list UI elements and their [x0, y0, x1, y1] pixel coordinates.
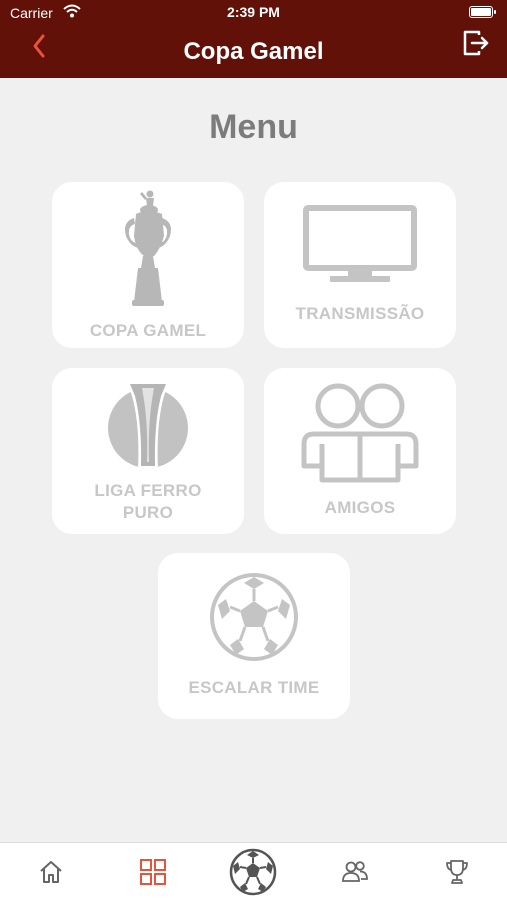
league-icon — [108, 380, 188, 470]
status-bar: Carrier 2:39 PM — [0, 0, 507, 24]
battery-icon — [469, 6, 496, 18]
menu-item-label: COPA GAMEL — [89, 321, 207, 340]
page-title: Copa Gamel — [183, 38, 324, 65]
menu-item-label: AMIGOS — [324, 498, 396, 517]
tab-menu[interactable] — [130, 843, 176, 900]
menu-item-liga-ferro-puro[interactable]: LIGA FERRO PURO — [52, 368, 244, 534]
tab-team[interactable] — [226, 843, 280, 900]
logout-icon[interactable] — [461, 28, 491, 58]
friends-icon — [301, 383, 419, 483]
tab-friends[interactable] — [332, 843, 378, 900]
nav-bar: Copa Gamel — [0, 24, 507, 78]
tab-trophy[interactable] — [434, 843, 480, 900]
menu-title: Menu — [209, 108, 298, 146]
soccer-ball-icon — [210, 573, 298, 661]
grid-icon — [140, 859, 166, 885]
clock-time: 2:39 PM — [227, 4, 280, 20]
menu-item-escalar-time[interactable]: ESCALAR TIME — [158, 553, 350, 719]
menu-item-transmissao[interactable]: TRANSMISSÃO — [264, 182, 456, 348]
menu-item-label-text: LIGA FERRO PURO — [94, 481, 202, 522]
trophy-icon — [125, 190, 171, 306]
menu-item-label: TRANSMISSÃO — [295, 304, 425, 323]
menu-item-label: ESCALAR TIME — [188, 678, 320, 697]
tv-icon — [303, 205, 417, 282]
trophy-icon — [446, 860, 468, 884]
home-icon — [40, 861, 62, 883]
menu-item-amigos[interactable]: AMIGOS — [264, 368, 456, 534]
menu-item-copa-gamel[interactable]: COPA GAMEL — [52, 182, 244, 348]
tab-bar — [0, 842, 507, 900]
menu-item-label: LIGA FERRO PURO — [52, 480, 244, 524]
friends-icon — [342, 861, 368, 882]
soccer-ball-icon — [229, 848, 277, 896]
tab-home[interactable] — [28, 843, 74, 900]
